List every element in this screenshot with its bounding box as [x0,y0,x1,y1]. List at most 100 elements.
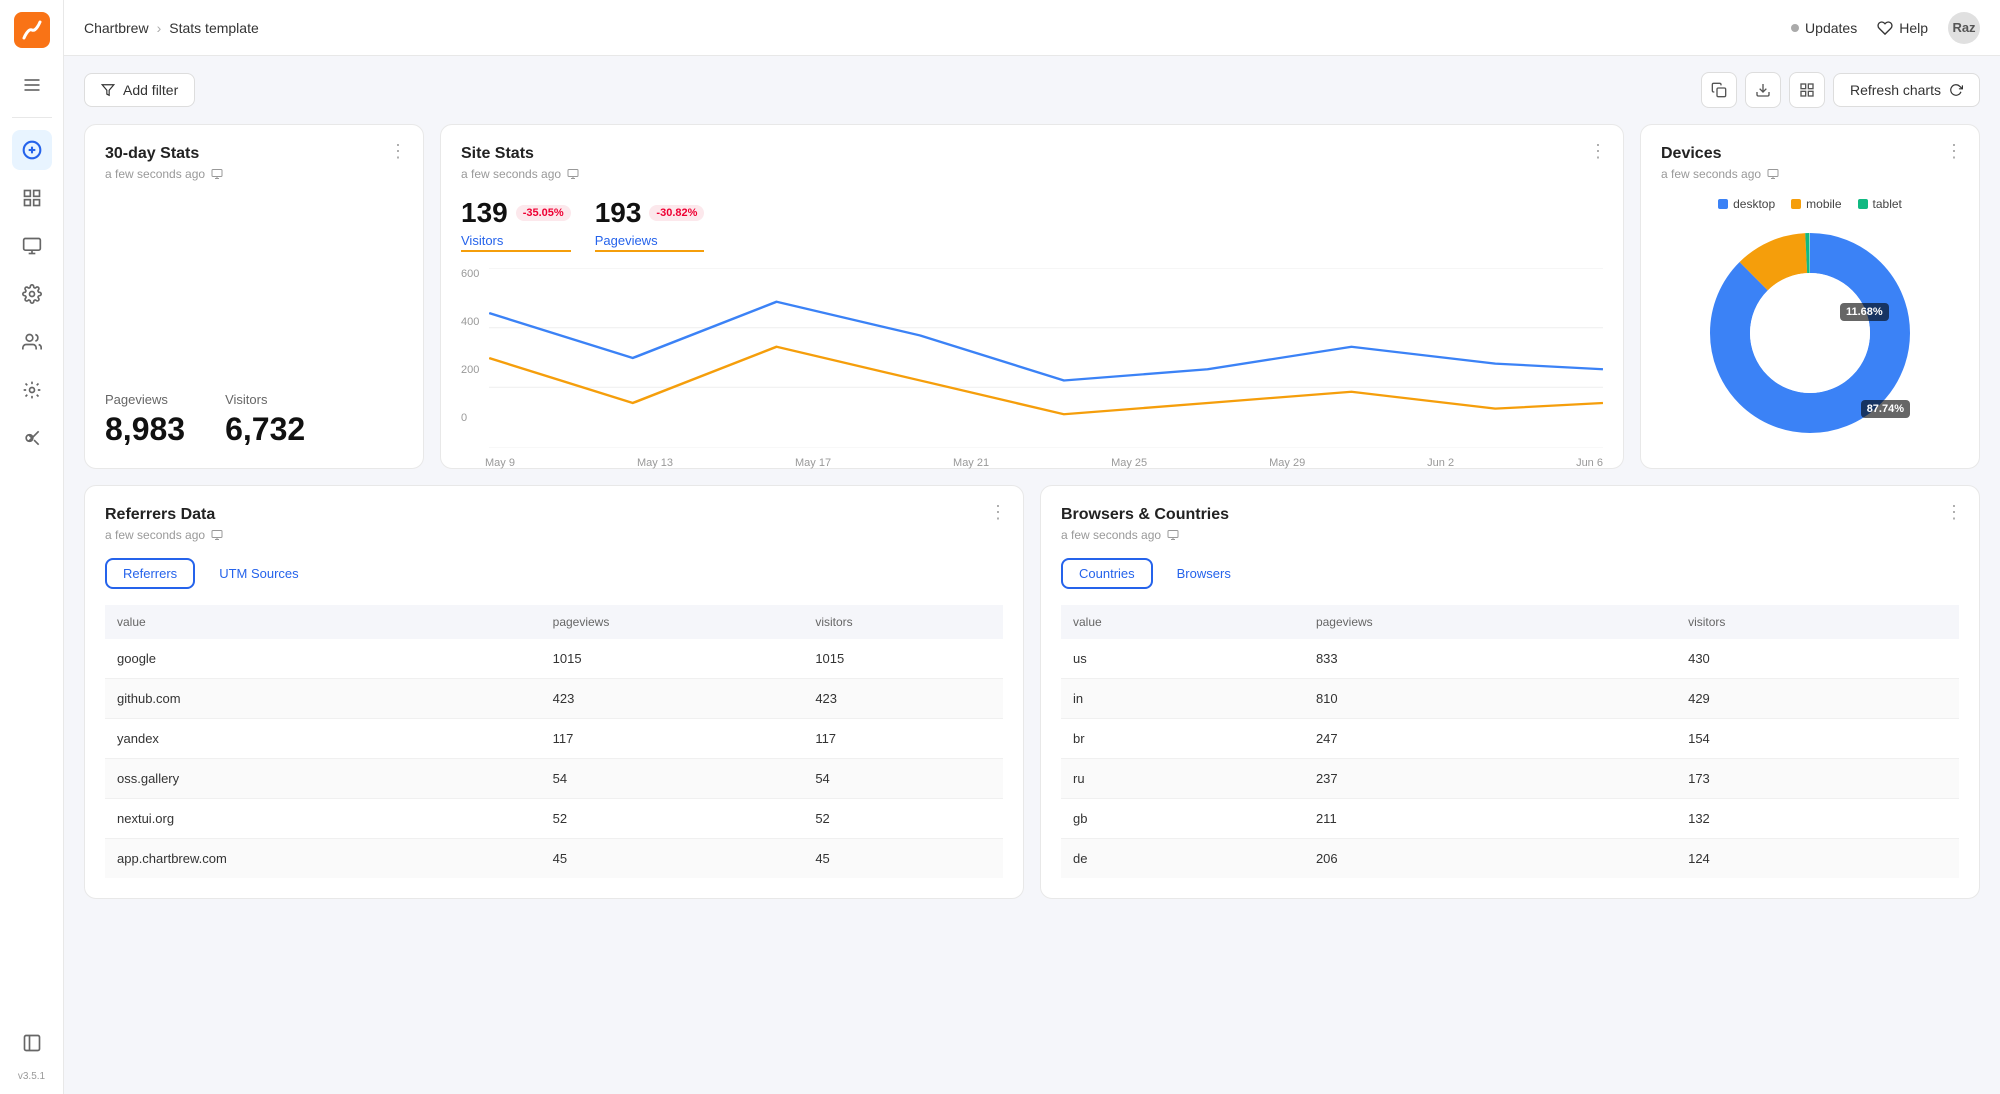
monitor-icon-site [567,168,579,180]
help-label: Help [1899,20,1928,36]
table-row: google 1015 1015 [105,639,1003,679]
refresh-button[interactable]: Refresh charts [1833,73,1980,107]
layout-icon [1799,82,1815,98]
sidebar-item-team[interactable] [12,322,52,362]
card-referrers-menu[interactable]: ⋮ [989,502,1007,523]
copy-button[interactable] [1701,72,1737,108]
version-label: v3.5.1 [18,1071,45,1082]
chart-svg [461,268,1603,448]
update-status-dot [1791,24,1799,32]
referrers-table: value pageviews visitors google 1015 101… [105,605,1003,878]
breadcrumb: Chartbrew › Stats template [84,20,1779,36]
legend-tablet-dot [1858,199,1868,209]
card-browsers-countries: Browsers & Countries a few seconds ago ⋮… [1040,485,1980,899]
legend-tablet-label: tablet [1873,197,1902,211]
breadcrumb-separator: › [157,20,162,36]
sidebar-item-monitor[interactable] [12,226,52,266]
col-pageviews: pageviews [541,605,804,639]
main-wrapper: Chartbrew › Stats template Updates Help … [64,0,2000,1094]
breadcrumb-root: Chartbrew [84,20,149,36]
tab-browsers[interactable]: Browsers [1161,558,1247,589]
cell-value: app.chartbrew.com [105,839,541,879]
site-visitors-metric: 139 -35.05% Visitors [461,197,571,252]
pageviews-value: 8,983 [105,411,185,448]
download-icon [1755,82,1771,98]
sidebar-menu-toggle[interactable] [12,65,52,105]
legend-desktop: desktop [1718,197,1775,211]
card-site-subtitle: a few seconds ago [461,167,1603,181]
refresh-icon [1949,83,1963,97]
avatar-initials: Raz [1952,20,1975,35]
cell-country-value: de [1061,839,1304,879]
pageviews-label: Pageviews [105,392,185,407]
stats-metrics: Pageviews 8,983 Visitors 6,732 [105,332,403,448]
cell-visitors: 1015 [803,639,1003,679]
sidebar-item-settings[interactable] [12,274,52,314]
card-30day-menu[interactable]: ⋮ [389,141,407,162]
cell-country-pageviews: 206 [1304,839,1676,879]
card-bc-menu[interactable]: ⋮ [1945,502,1963,523]
site-pageviews-metric: 193 -30.82% Pageviews [595,197,705,252]
sidebar-item-variables[interactable] [12,418,52,458]
site-stats-header: 139 -35.05% Visitors 193 -30.82% Pagevie… [461,197,1603,252]
sidebar-item-grid[interactable] [12,178,52,218]
mobile-pct-label: 11.68% [1840,303,1889,321]
sidebar-collapse[interactable] [12,1023,52,1063]
monitor-icon-devices [1767,168,1779,180]
legend-mobile-dot [1791,199,1801,209]
card-30day-subtitle: a few seconds ago [105,167,403,181]
user-avatar[interactable]: Raz [1948,12,1980,44]
cell-country-value: ru [1061,759,1304,799]
site-visitors-label[interactable]: Visitors [461,233,571,252]
help-button[interactable]: Help [1877,20,1928,36]
cell-pageviews: 423 [541,679,804,719]
referrers-subtitle: a few seconds ago [105,528,1003,542]
countries-table-body: us 833 430 in 810 429 br 247 154 ru 237 … [1061,639,1959,878]
card-site-stats: Site Stats a few seconds ago ⋮ 139 -35.0… [440,124,1624,469]
monitor-icon-referrers [211,529,223,541]
legend-desktop-dot [1718,199,1728,209]
referrers-title: Referrers Data [105,506,1003,524]
referrers-table-header: value pageviews visitors [105,605,1003,639]
breadcrumb-current: Stats template [169,20,259,36]
legend-mobile: mobile [1791,197,1841,211]
card-30day-title: 30-day Stats [105,145,403,163]
cell-country-pageviews: 247 [1304,719,1676,759]
card-referrers: Referrers Data a few seconds ago ⋮ Refer… [84,485,1024,899]
table-row: github.com 423 423 [105,679,1003,719]
tab-countries[interactable]: Countries [1061,558,1153,589]
add-filter-button[interactable]: Add filter [84,73,195,107]
table-row: ru 237 173 [1061,759,1959,799]
cell-country-pageviews: 237 [1304,759,1676,799]
sidebar-bottom: v3.5.1 [12,1023,52,1082]
export-button[interactable] [1745,72,1781,108]
chart-x-labels: May 9 May 13 May 17 May 21 May 25 May 29… [461,453,1603,469]
sidebar-item-integrations[interactable] [12,370,52,410]
cell-country-visitors: 430 [1676,639,1959,679]
tab-referrers[interactable]: Referrers [105,558,195,589]
countries-table: value pageviews visitors us 833 430 in 8… [1061,605,1959,878]
updates-button[interactable]: Updates [1791,20,1857,36]
toolbar-actions: Refresh charts [1701,72,1980,108]
legend-tablet: tablet [1858,197,1902,211]
table-row: us 833 430 [1061,639,1959,679]
site-pageviews-label[interactable]: Pageviews [595,233,705,252]
tab-utm-sources[interactable]: UTM Sources [203,558,314,589]
cell-country-value: in [1061,679,1304,719]
sidebar: v3.5.1 [0,0,64,1094]
sidebar-item-add[interactable] [12,130,52,170]
card-devices-menu[interactable]: ⋮ [1945,141,1963,162]
cell-visitors: 52 [803,799,1003,839]
logo[interactable] [14,12,50,53]
site-pageviews-row: 193 -30.82% [595,197,705,229]
cell-country-pageviews: 833 [1304,639,1676,679]
browsers-countries-title: Browsers & Countries [1061,506,1959,524]
cell-pageviews: 52 [541,799,804,839]
table-row: app.chartbrew.com 45 45 [105,839,1003,879]
card-site-menu[interactable]: ⋮ [1589,141,1607,162]
cell-country-visitors: 429 [1676,679,1959,719]
pageviews-metric: Pageviews 8,983 [105,392,185,448]
monitor-icon-sm [211,168,223,180]
layout-button[interactable] [1789,72,1825,108]
referrers-tabs: Referrers UTM Sources [105,558,1003,589]
